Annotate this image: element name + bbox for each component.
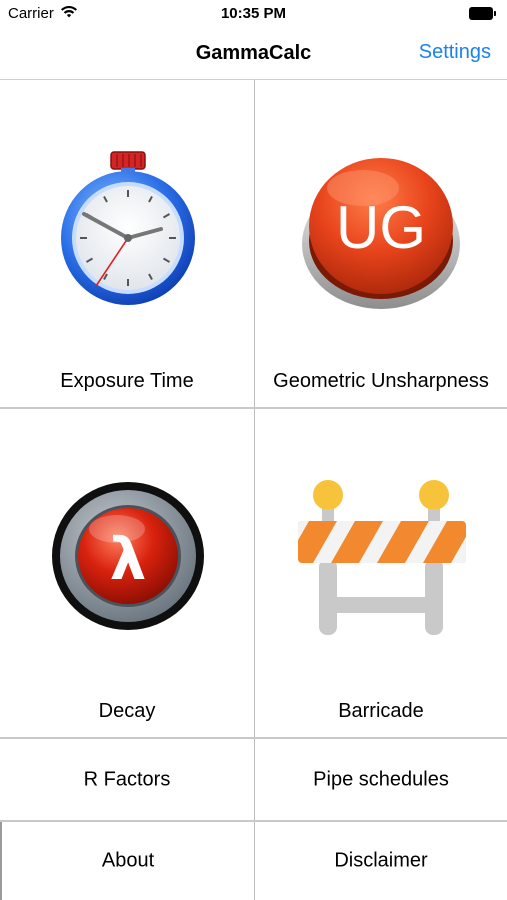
decay-label: Decay: [98, 700, 156, 722]
ug-button-icon: UG: [302, 158, 460, 309]
grid-divider-1: [0, 407, 507, 409]
decay-tile[interactable]: λ Decay: [0, 409, 254, 737]
grid-divider-vertical: [254, 80, 255, 900]
battery-icon: [469, 7, 497, 20]
navigation-bar: GammaCalc Settings: [0, 28, 507, 80]
r-factors-label: R Factors: [83, 768, 171, 790]
geometric-unsharpness-tile[interactable]: UG Geometric Unsharpness: [255, 80, 507, 407]
pipe-schedules-label: Pipe schedules: [313, 768, 449, 790]
ug-icon-text: UG: [336, 194, 426, 261]
barricade-icon: [298, 480, 466, 635]
geometric-unsharpness-label: Geometric Unsharpness: [273, 370, 489, 392]
barricade-tile[interactable]: Barricade: [255, 409, 507, 737]
grid-divider-2: [0, 737, 507, 739]
about-button[interactable]: About: [0, 822, 254, 900]
lambda-button-icon: λ: [52, 482, 204, 630]
status-bar: Carrier 10:35 PM: [0, 0, 507, 28]
stopwatch-icon: [61, 151, 195, 305]
exposure-time-label: Exposure Time: [60, 370, 194, 392]
barricade-label: Barricade: [338, 700, 424, 722]
exposure-time-tile[interactable]: Exposure Time: [0, 80, 254, 407]
lambda-icon-text: λ: [110, 525, 147, 593]
clock-label: 10:35 PM: [220, 5, 287, 22]
about-label: About: [101, 849, 155, 872]
disclaimer-label: Disclaimer: [334, 849, 428, 872]
r-factors-button[interactable]: R Factors: [0, 739, 254, 820]
grid-divider-3: [0, 820, 507, 822]
disclaimer-button[interactable]: Disclaimer: [255, 822, 507, 900]
settings-button[interactable]: Settings: [419, 41, 491, 64]
pipe-schedules-button[interactable]: Pipe schedules: [255, 739, 507, 820]
